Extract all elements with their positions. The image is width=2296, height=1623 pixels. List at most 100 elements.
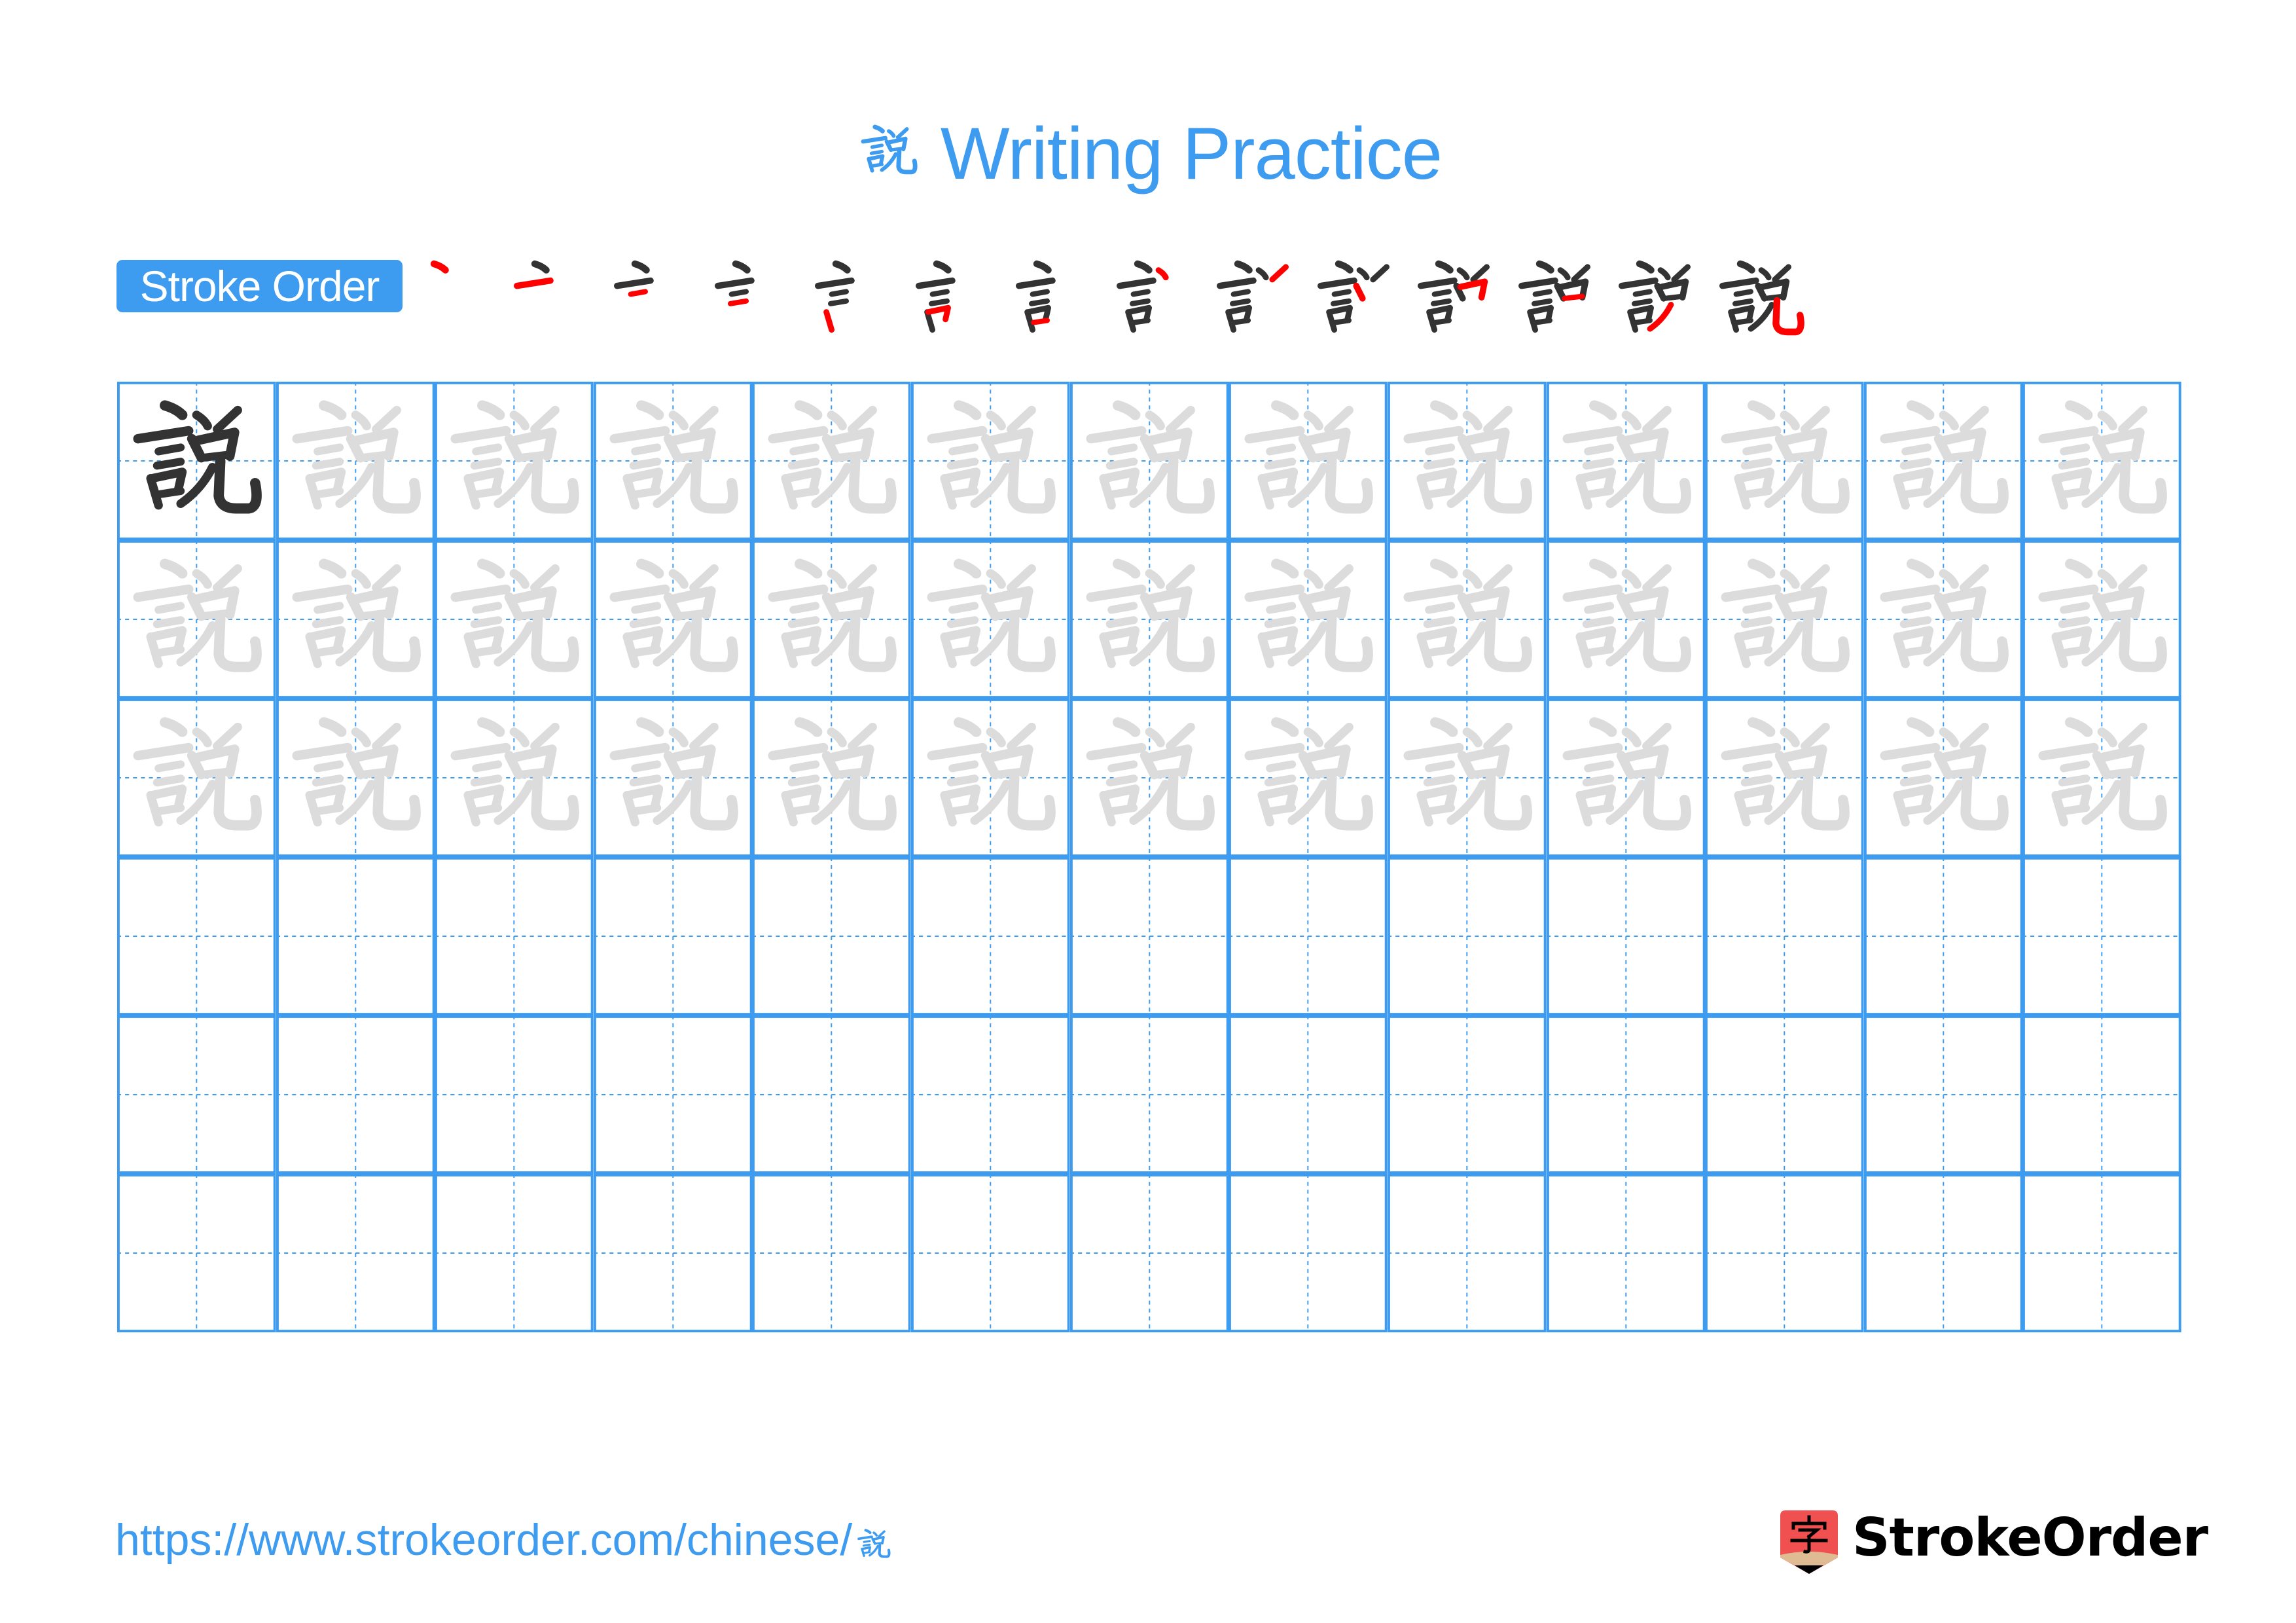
- empty-practice-cell[interactable]: [1546, 1174, 1706, 1332]
- empty-practice-cell[interactable]: [2022, 1174, 2181, 1332]
- trace-character-cell[interactable]: [1863, 540, 2023, 699]
- char-stroke-9: [1324, 564, 1354, 593]
- trace-character-cell[interactable]: [1863, 699, 2023, 857]
- empty-practice-cell[interactable]: [276, 1015, 435, 1174]
- step-10-stroke-4: [1330, 298, 1352, 306]
- empty-practice-cell[interactable]: [1546, 1015, 1706, 1174]
- trace-character-cell[interactable]: [1229, 540, 1388, 699]
- trace-character-cell[interactable]: [1387, 540, 1547, 699]
- empty-practice-cell[interactable]: [1705, 857, 1864, 1015]
- empty-practice-cell[interactable]: [1387, 857, 1547, 1015]
- empty-practice-cell[interactable]: [1705, 1174, 1864, 1332]
- empty-practice-cell[interactable]: [911, 857, 1070, 1015]
- empty-practice-cell[interactable]: [911, 1015, 1070, 1174]
- empty-practice-cell[interactable]: [1069, 1015, 1229, 1174]
- trace-character-cell[interactable]: [1546, 540, 1706, 699]
- cell-guides: [1387, 1174, 1547, 1332]
- empty-practice-cell[interactable]: [276, 857, 435, 1015]
- trace-character-cell[interactable]: [1705, 382, 1864, 540]
- cell-guides: [1863, 1174, 2023, 1332]
- empty-practice-cell[interactable]: [1387, 1174, 1547, 1332]
- empty-practice-cell[interactable]: [1229, 857, 1388, 1015]
- empty-practice-cell[interactable]: [752, 1015, 912, 1174]
- step-9-stroke-2: [1217, 277, 1257, 289]
- char-stroke-7: [473, 803, 503, 815]
- empty-practice-cell[interactable]: [1229, 1174, 1388, 1332]
- strokeorder-logo[interactable]: StrokeOrder: [1780, 1509, 2208, 1575]
- trace-character-cell[interactable]: [2022, 540, 2181, 699]
- trace-character-cell[interactable]: [1387, 699, 1547, 857]
- trace-character-cell[interactable]: [1705, 540, 1864, 699]
- step-12-stroke-4: [1531, 298, 1552, 306]
- char-stroke-9: [530, 722, 560, 751]
- trace-character-cell[interactable]: [117, 540, 276, 699]
- step-9-stroke-9: [1269, 264, 1289, 283]
- empty-practice-cell[interactable]: [276, 1174, 435, 1332]
- trace-character-cell[interactable]: [435, 540, 594, 699]
- empty-practice-cell[interactable]: [1387, 1015, 1547, 1174]
- trace-character-cell[interactable]: [1387, 382, 1547, 540]
- char-stroke-2: [1562, 584, 1623, 602]
- empty-practice-cell[interactable]: [117, 1015, 276, 1174]
- trace-character-cell[interactable]: [752, 540, 912, 699]
- footer-url-link[interactable]: https://www.strokeorder.com/chinese/: [115, 1518, 894, 1562]
- char-stroke-4: [629, 458, 661, 470]
- char-stroke-7: [1267, 486, 1297, 498]
- char-stroke-14: [1484, 773, 1532, 831]
- trace-character-cell[interactable]: [1069, 382, 1229, 540]
- empty-practice-cell[interactable]: [1229, 1015, 1388, 1174]
- trace-character: [927, 558, 1056, 672]
- empty-practice-cell[interactable]: [1546, 857, 1706, 1015]
- trace-character-cell[interactable]: [593, 540, 753, 699]
- step-14-stroke-2: [1719, 277, 1759, 289]
- trace-character-cell[interactable]: [1069, 699, 1229, 857]
- trace-character-cell[interactable]: [276, 699, 435, 857]
- empty-practice-cell[interactable]: [2022, 857, 2181, 1015]
- empty-practice-cell[interactable]: [1705, 1015, 1864, 1174]
- cell-guides: [2022, 1174, 2181, 1332]
- trace-character-cell[interactable]: [1546, 382, 1706, 540]
- trace-character-cell[interactable]: [1863, 382, 2023, 540]
- trace-character-cell[interactable]: [752, 699, 912, 857]
- trace-character-cell[interactable]: [1069, 540, 1229, 699]
- trace-character-cell[interactable]: [435, 382, 594, 540]
- trace-character-cell[interactable]: [1546, 699, 1706, 857]
- trace-character-cell[interactable]: [1229, 382, 1388, 540]
- empty-practice-cell[interactable]: [1069, 1174, 1229, 1332]
- empty-practice-cell[interactable]: [1863, 1174, 2023, 1332]
- trace-character-cell[interactable]: [1705, 699, 1864, 857]
- trace-character-cell[interactable]: [911, 699, 1070, 857]
- empty-practice-cell[interactable]: [435, 857, 594, 1015]
- empty-practice-cell[interactable]: [593, 857, 753, 1015]
- trace-character-cell[interactable]: [117, 699, 276, 857]
- trace-character-cell[interactable]: [2022, 382, 2181, 540]
- trace-character-cell[interactable]: [911, 382, 1070, 540]
- empty-practice-cell[interactable]: [1863, 857, 2023, 1015]
- empty-practice-cell[interactable]: [1069, 857, 1229, 1015]
- trace-character-cell[interactable]: [276, 540, 435, 699]
- empty-practice-cell[interactable]: [435, 1015, 594, 1174]
- empty-practice-cell[interactable]: [435, 1174, 594, 1332]
- char-stroke-1: [1429, 558, 1458, 579]
- empty-practice-cell[interactable]: [911, 1174, 1070, 1332]
- trace-character-cell[interactable]: [593, 382, 753, 540]
- char-stroke-8: [1621, 569, 1641, 589]
- empty-practice-cell[interactable]: [752, 1174, 912, 1332]
- empty-practice-cell[interactable]: [2022, 1015, 2181, 1174]
- empty-practice-cell[interactable]: [1863, 1015, 2023, 1174]
- empty-practice-cell[interactable]: [593, 1174, 753, 1332]
- trace-character-cell[interactable]: [752, 382, 912, 540]
- trace-character-cell[interactable]: [276, 382, 435, 540]
- trace-character: [927, 717, 1056, 831]
- char-stroke-12: [1151, 767, 1187, 779]
- trace-character-cell[interactable]: [2022, 699, 2181, 857]
- trace-character-cell[interactable]: [435, 699, 594, 857]
- empty-practice-cell[interactable]: [117, 857, 276, 1015]
- model-character-cell[interactable]: [117, 382, 276, 540]
- empty-practice-cell[interactable]: [752, 857, 912, 1015]
- empty-practice-cell[interactable]: [117, 1174, 276, 1332]
- trace-character-cell[interactable]: [1229, 699, 1388, 857]
- trace-character-cell[interactable]: [911, 540, 1070, 699]
- trace-character-cell[interactable]: [593, 699, 753, 857]
- empty-practice-cell[interactable]: [593, 1015, 753, 1174]
